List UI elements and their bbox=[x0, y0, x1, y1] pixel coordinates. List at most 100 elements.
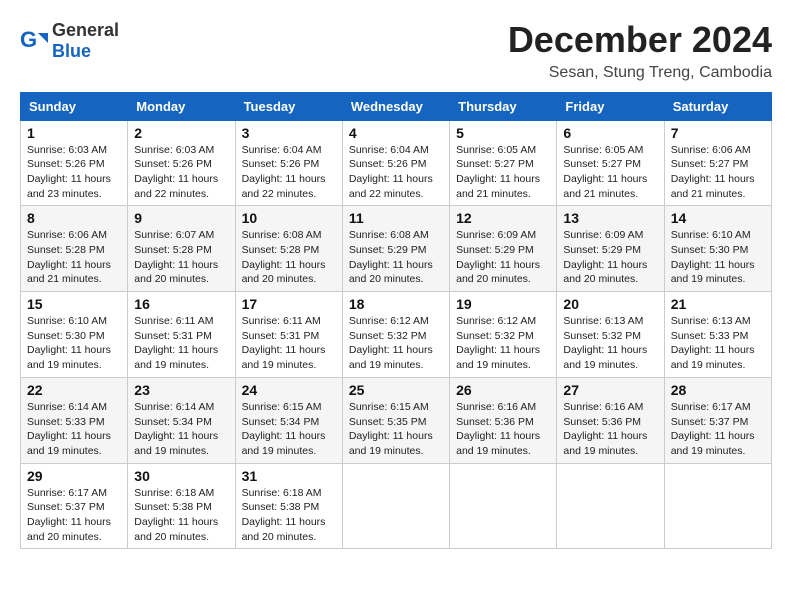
day-number: 6 bbox=[563, 125, 657, 141]
day-number: 5 bbox=[456, 125, 550, 141]
calendar-cell: 12Sunrise: 6:09 AMSunset: 5:29 PMDayligh… bbox=[450, 206, 557, 292]
day-number: 31 bbox=[242, 468, 336, 484]
day-info: Sunrise: 6:04 AMSunset: 5:26 PMDaylight:… bbox=[242, 143, 336, 202]
calendar-cell: 3 Sunrise: 6:04 AMSunset: 5:26 PMDaylight… bbox=[235, 120, 342, 206]
calendar-header-row: SundayMondayTuesdayWednesdayThursdayFrid… bbox=[21, 92, 772, 120]
day-info: Sunrise: 6:05 AMSunset: 5:27 PMDaylight:… bbox=[456, 143, 550, 202]
calendar-cell: 21Sunrise: 6:13 AMSunset: 5:33 PMDayligh… bbox=[664, 292, 771, 378]
day-info: Sunrise: 6:14 AMSunset: 5:33 PMDaylight:… bbox=[27, 400, 121, 459]
day-number: 13 bbox=[563, 210, 657, 226]
title-area: December 2024 Sesan, Stung Treng, Cambod… bbox=[508, 20, 772, 82]
calendar-cell bbox=[664, 463, 771, 549]
day-info: Sunrise: 6:04 AMSunset: 5:26 PMDaylight:… bbox=[349, 143, 443, 202]
calendar-cell: 19 Sunrise: 6:12 AMSunset: 5:32 PMDayligh… bbox=[450, 292, 557, 378]
calendar-cell: 11Sunrise: 6:08 AMSunset: 5:29 PMDayligh… bbox=[342, 206, 449, 292]
calendar-week-row: 22 Sunrise: 6:14 AMSunset: 5:33 PMDayligh… bbox=[21, 377, 772, 463]
page-header: G General Blue December 2024 Sesan, Stun… bbox=[20, 20, 772, 82]
calendar-cell: 29Sunrise: 6:17 AMSunset: 5:37 PMDayligh… bbox=[21, 463, 128, 549]
day-number: 8 bbox=[27, 210, 121, 226]
calendar-week-row: 8 Sunrise: 6:06 AMSunset: 5:28 PMDaylight… bbox=[21, 206, 772, 292]
day-info: Sunrise: 6:13 AMSunset: 5:32 PMDaylight:… bbox=[563, 314, 657, 373]
calendar-week-row: 15Sunrise: 6:10 AMSunset: 5:30 PMDayligh… bbox=[21, 292, 772, 378]
day-number: 25 bbox=[349, 382, 443, 398]
calendar-cell: 1 Sunrise: 6:03 AMSunset: 5:26 PMDaylight… bbox=[21, 120, 128, 206]
day-number: 27 bbox=[563, 382, 657, 398]
calendar-cell: 5 Sunrise: 6:05 AMSunset: 5:27 PMDaylight… bbox=[450, 120, 557, 206]
calendar-cell: 30 Sunrise: 6:18 AMSunset: 5:38 PMDayligh… bbox=[128, 463, 235, 549]
day-number: 10 bbox=[242, 210, 336, 226]
calendar-cell: 17 Sunrise: 6:11 AMSunset: 5:31 PMDayligh… bbox=[235, 292, 342, 378]
day-number: 17 bbox=[242, 296, 336, 312]
day-info: Sunrise: 6:11 AMSunset: 5:31 PMDaylight:… bbox=[242, 314, 336, 373]
day-number: 3 bbox=[242, 125, 336, 141]
day-info: Sunrise: 6:08 AMSunset: 5:28 PMDaylight:… bbox=[242, 228, 336, 287]
calendar-cell: 28Sunrise: 6:17 AMSunset: 5:37 PMDayligh… bbox=[664, 377, 771, 463]
calendar-cell: 6 Sunrise: 6:05 AMSunset: 5:27 PMDaylight… bbox=[557, 120, 664, 206]
day-info: Sunrise: 6:08 AMSunset: 5:29 PMDaylight:… bbox=[349, 228, 443, 287]
day-number: 7 bbox=[671, 125, 765, 141]
day-number: 28 bbox=[671, 382, 765, 398]
day-number: 24 bbox=[242, 382, 336, 398]
logo-blue-text: Blue bbox=[52, 41, 91, 61]
day-info: Sunrise: 6:16 AMSunset: 5:36 PMDaylight:… bbox=[456, 400, 550, 459]
day-info: Sunrise: 6:07 AMSunset: 5:28 PMDaylight:… bbox=[134, 228, 228, 287]
day-number: 26 bbox=[456, 382, 550, 398]
day-info: Sunrise: 6:03 AMSunset: 5:26 PMDaylight:… bbox=[27, 143, 121, 202]
calendar-cell: 8 Sunrise: 6:06 AMSunset: 5:28 PMDaylight… bbox=[21, 206, 128, 292]
day-number: 16 bbox=[134, 296, 228, 312]
day-info: Sunrise: 6:16 AMSunset: 5:36 PMDaylight:… bbox=[563, 400, 657, 459]
logo-icon: G bbox=[20, 27, 48, 55]
calendar-cell: 16 Sunrise: 6:11 AMSunset: 5:31 PMDayligh… bbox=[128, 292, 235, 378]
day-number: 4 bbox=[349, 125, 443, 141]
day-number: 20 bbox=[563, 296, 657, 312]
day-number: 2 bbox=[134, 125, 228, 141]
day-info: Sunrise: 6:18 AMSunset: 5:38 PMDaylight:… bbox=[242, 486, 336, 545]
calendar-cell: 14Sunrise: 6:10 AMSunset: 5:30 PMDayligh… bbox=[664, 206, 771, 292]
day-info: Sunrise: 6:11 AMSunset: 5:31 PMDaylight:… bbox=[134, 314, 228, 373]
day-info: Sunrise: 6:18 AMSunset: 5:38 PMDaylight:… bbox=[134, 486, 228, 545]
day-number: 19 bbox=[456, 296, 550, 312]
calendar-cell: 2Sunrise: 6:03 AMSunset: 5:26 PMDaylight… bbox=[128, 120, 235, 206]
calendar-week-row: 29Sunrise: 6:17 AMSunset: 5:37 PMDayligh… bbox=[21, 463, 772, 549]
weekday-header: Monday bbox=[128, 92, 235, 120]
calendar-cell: 7Sunrise: 6:06 AMSunset: 5:27 PMDaylight… bbox=[664, 120, 771, 206]
day-info: Sunrise: 6:14 AMSunset: 5:34 PMDaylight:… bbox=[134, 400, 228, 459]
calendar-cell bbox=[342, 463, 449, 549]
calendar-cell: 10 Sunrise: 6:08 AMSunset: 5:28 PMDayligh… bbox=[235, 206, 342, 292]
calendar-table: SundayMondayTuesdayWednesdayThursdayFrid… bbox=[20, 92, 772, 550]
day-number: 12 bbox=[456, 210, 550, 226]
svg-text:G: G bbox=[20, 27, 37, 52]
day-info: Sunrise: 6:05 AMSunset: 5:27 PMDaylight:… bbox=[563, 143, 657, 202]
weekday-header: Sunday bbox=[21, 92, 128, 120]
calendar-cell: 20 Sunrise: 6:13 AMSunset: 5:32 PMDayligh… bbox=[557, 292, 664, 378]
calendar-cell: 27 Sunrise: 6:16 AMSunset: 5:36 PMDayligh… bbox=[557, 377, 664, 463]
weekday-header: Thursday bbox=[450, 92, 557, 120]
day-number: 30 bbox=[134, 468, 228, 484]
day-number: 18 bbox=[349, 296, 443, 312]
day-number: 22 bbox=[27, 382, 121, 398]
day-number: 29 bbox=[27, 468, 121, 484]
day-number: 9 bbox=[134, 210, 228, 226]
calendar-cell: 13Sunrise: 6:09 AMSunset: 5:29 PMDayligh… bbox=[557, 206, 664, 292]
day-number: 23 bbox=[134, 382, 228, 398]
day-info: Sunrise: 6:06 AMSunset: 5:28 PMDaylight:… bbox=[27, 228, 121, 287]
calendar-cell: 22 Sunrise: 6:14 AMSunset: 5:33 PMDayligh… bbox=[21, 377, 128, 463]
day-info: Sunrise: 6:15 AMSunset: 5:34 PMDaylight:… bbox=[242, 400, 336, 459]
calendar-cell bbox=[450, 463, 557, 549]
day-number: 1 bbox=[27, 125, 121, 141]
day-info: Sunrise: 6:10 AMSunset: 5:30 PMDaylight:… bbox=[27, 314, 121, 373]
day-info: Sunrise: 6:12 AMSunset: 5:32 PMDaylight:… bbox=[456, 314, 550, 373]
calendar-cell: 9 Sunrise: 6:07 AMSunset: 5:28 PMDaylight… bbox=[128, 206, 235, 292]
calendar-cell: 18Sunrise: 6:12 AMSunset: 5:32 PMDayligh… bbox=[342, 292, 449, 378]
day-number: 21 bbox=[671, 296, 765, 312]
day-number: 14 bbox=[671, 210, 765, 226]
calendar-cell: 31 Sunrise: 6:18 AMSunset: 5:38 PMDayligh… bbox=[235, 463, 342, 549]
calendar-cell: 4 Sunrise: 6:04 AMSunset: 5:26 PMDaylight… bbox=[342, 120, 449, 206]
location-title: Sesan, Stung Treng, Cambodia bbox=[508, 64, 772, 82]
calendar-cell: 25 Sunrise: 6:15 AMSunset: 5:35 PMDayligh… bbox=[342, 377, 449, 463]
day-info: Sunrise: 6:15 AMSunset: 5:35 PMDaylight:… bbox=[349, 400, 443, 459]
weekday-header: Saturday bbox=[664, 92, 771, 120]
logo-general-text: General bbox=[52, 20, 119, 40]
calendar-cell: 15Sunrise: 6:10 AMSunset: 5:30 PMDayligh… bbox=[21, 292, 128, 378]
calendar-cell: 23 Sunrise: 6:14 AMSunset: 5:34 PMDayligh… bbox=[128, 377, 235, 463]
